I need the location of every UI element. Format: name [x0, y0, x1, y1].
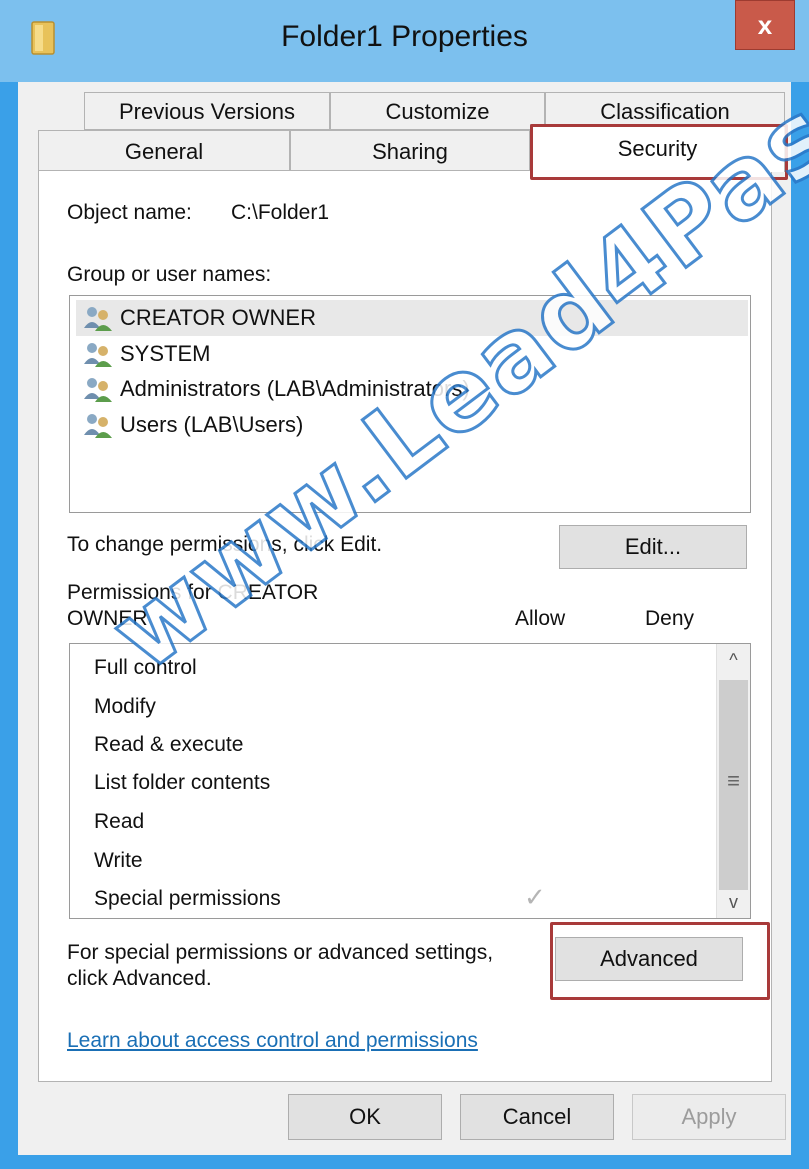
title-bar[interactable]: Folder1 Properties x	[0, 0, 809, 82]
group-user-list[interactable]: CREATOR OWNER SYSTEM Administrators (LAB…	[69, 295, 751, 513]
properties-window: Folder1 Properties x Previous Versions C…	[0, 0, 809, 1169]
user-item-creator-owner[interactable]: CREATOR OWNER	[76, 300, 748, 336]
users-group-icon	[84, 307, 112, 331]
security-tab-highlight	[530, 124, 788, 180]
object-name-value: C:\Folder1	[231, 201, 330, 224]
user-item-administrators[interactable]: Administrators (LAB\Administrators)	[76, 371, 748, 407]
allow-column-header: Allow	[515, 607, 566, 630]
user-item-system[interactable]: SYSTEM	[76, 336, 748, 372]
scroll-grip-icon: ≡	[727, 768, 740, 793]
permissions-for-label-line2: OWNER	[67, 607, 148, 630]
permissions-scrollbar[interactable]: ^ ≡ v	[716, 644, 750, 918]
object-name-label: Object name:	[67, 201, 192, 224]
users-group-icon	[84, 343, 112, 367]
permission-row-modify: Modify	[94, 695, 156, 718]
cancel-button[interactable]: Cancel	[460, 1094, 614, 1140]
tab-customize[interactable]: Customize	[330, 92, 545, 130]
user-item-label: Administrators (LAB\Administrators)	[120, 376, 470, 401]
close-button[interactable]: x	[735, 0, 795, 50]
tab-sharing[interactable]: Sharing	[290, 130, 530, 172]
permission-row-read: Read	[94, 810, 145, 833]
users-group-icon	[84, 414, 112, 438]
permission-row-read-execute: Read & execute	[94, 733, 244, 756]
permissions-for-label-line1: Permissions for CREATOR	[67, 581, 319, 604]
users-group-icon	[84, 378, 112, 402]
advanced-hint-line1: For special permissions or advanced sett…	[67, 941, 494, 964]
dialog-client: Previous Versions Customize Classificati…	[18, 82, 791, 1155]
scroll-down-icon[interactable]: v	[717, 886, 750, 918]
user-item-label: Users (LAB\Users)	[120, 412, 304, 437]
apply-button[interactable]: Apply	[632, 1094, 786, 1140]
permission-row-special-permissions: Special permissions	[94, 887, 281, 910]
user-item-users[interactable]: Users (LAB\Users)	[76, 407, 748, 443]
learn-access-control-link[interactable]: Learn about access control and permissio…	[67, 1029, 478, 1053]
tab-previous-versions[interactable]: Previous Versions	[84, 92, 330, 130]
advanced-button-highlight	[550, 922, 770, 1000]
user-item-label: CREATOR OWNER	[120, 305, 316, 330]
edit-button[interactable]: Edit...	[559, 525, 747, 569]
allow-check-icon: ✓	[524, 882, 546, 912]
permission-row-write: Write	[94, 849, 143, 872]
deny-column-header: Deny	[645, 607, 695, 630]
tab-general[interactable]: General	[38, 130, 290, 172]
change-permissions-hint: To change permissions, click Edit.	[67, 533, 383, 556]
permissions-list[interactable]: Full control Modify Read & execute List …	[69, 643, 751, 919]
group-user-label: Group or user names:	[67, 263, 272, 286]
permission-row-full-control: Full control	[94, 656, 197, 679]
ok-button[interactable]: OK	[288, 1094, 442, 1140]
window-title: Folder1 Properties	[281, 20, 528, 53]
scroll-up-icon[interactable]: ^	[717, 644, 750, 676]
permission-row-list-folder-contents: List folder contents	[94, 771, 271, 794]
user-item-label: SYSTEM	[120, 341, 211, 366]
advanced-hint-line2: click Advanced.	[67, 967, 212, 990]
